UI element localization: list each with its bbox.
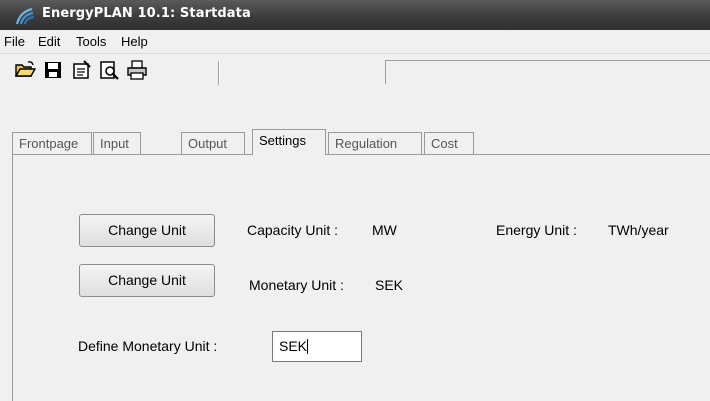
properties-icon[interactable] bbox=[70, 60, 92, 80]
toolbar-buttons bbox=[14, 57, 220, 85]
tab-settings[interactable]: Settings bbox=[252, 129, 326, 155]
title-bar: EnergyPLAN 10.1: Startdata bbox=[0, 0, 710, 30]
print-preview-icon[interactable] bbox=[98, 60, 120, 80]
energy-unit-label: Energy Unit : bbox=[496, 222, 577, 238]
monetary-unit-input-value: SEK bbox=[279, 338, 308, 354]
toolbar-separator bbox=[218, 61, 220, 85]
tab-cost[interactable]: Cost bbox=[424, 132, 474, 154]
capacity-unit-value: MW bbox=[372, 222, 397, 238]
text-caret bbox=[307, 339, 309, 354]
toolbar bbox=[0, 54, 710, 87]
open-folder-icon[interactable] bbox=[14, 60, 36, 80]
tab-output[interactable]: Output bbox=[181, 132, 245, 154]
menu-help[interactable]: Help bbox=[118, 33, 151, 50]
toolbar-status-panel bbox=[385, 60, 710, 84]
save-icon[interactable] bbox=[42, 60, 64, 80]
menu-bar: File Edit Tools Help bbox=[0, 30, 710, 54]
app-window: EnergyPLAN 10.1: Startdata File Edit Too… bbox=[0, 0, 710, 401]
window-title: EnergyPLAN 10.1: Startdata bbox=[42, 6, 251, 21]
change-monetary-unit-button[interactable]: Change Unit bbox=[79, 264, 215, 297]
energyplan-logo-icon bbox=[15, 7, 35, 25]
menu-tools[interactable]: Tools bbox=[73, 33, 109, 50]
define-monetary-unit-label: Define Monetary Unit : bbox=[78, 338, 218, 354]
menu-file[interactable]: File bbox=[1, 33, 28, 50]
capacity-unit-label: Capacity Unit : bbox=[247, 222, 339, 238]
energy-unit-value: TWh/year bbox=[608, 222, 669, 238]
monetary-unit-input[interactable]: SEK bbox=[272, 331, 362, 362]
print-icon[interactable] bbox=[126, 60, 148, 80]
tab-strip: Frontpage Input Output Settings Regulati… bbox=[0, 87, 710, 157]
tab-regulation[interactable]: Regulation bbox=[328, 132, 422, 154]
tab-frontpage[interactable]: Frontpage bbox=[12, 132, 92, 154]
change-unit-button[interactable]: Change Unit bbox=[79, 214, 215, 247]
monetary-unit-label: Monetary Unit : bbox=[249, 277, 344, 293]
tab-input[interactable]: Input bbox=[93, 132, 141, 154]
monetary-unit-value: SEK bbox=[375, 277, 404, 293]
menu-edit[interactable]: Edit bbox=[35, 33, 63, 50]
